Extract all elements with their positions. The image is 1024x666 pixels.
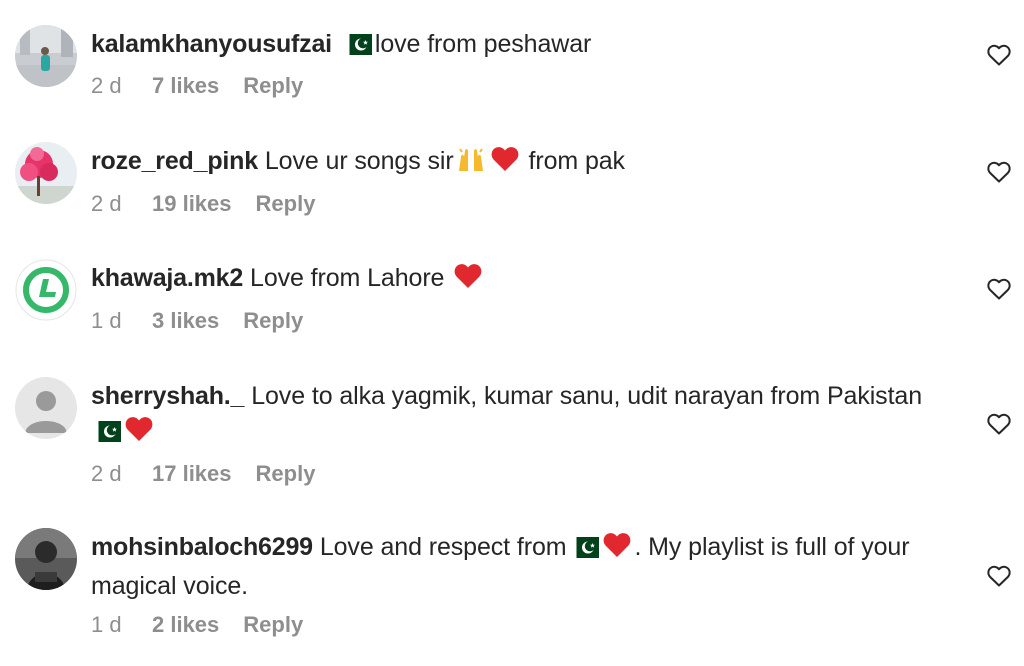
default-user-icon [15,377,77,439]
comment-item: sherryshah._ Love to alka yagmik, kumar … [0,352,1024,502]
comment-meta: 2 d 19 likes Reply [91,189,954,219]
comment-item: mohsinbaloch6299 Love and respect from .… [0,503,1024,663]
comment-meta: 2 d 17 likes Reply [91,459,954,489]
comment-message: Love and respect from [319,533,567,561]
avatar[interactable] [15,377,77,439]
avatar[interactable] [15,142,77,204]
comment-message: Love ur songs sir [264,147,454,175]
comment-likes[interactable]: 7 likes [152,71,219,101]
comment-item: kalamkhanyousufzai love from peshawar 2 … [0,0,1024,120]
comment-time: 2 d [91,461,122,486]
red-heart-icon [602,531,632,569]
green-l-logo-icon [15,259,77,321]
comment-meta: 1 d 3 likes Reply [91,306,954,336]
comment-username[interactable]: kalamkhanyousufzai [91,30,332,58]
comment-likes[interactable]: 2 likes [152,610,219,640]
comment-text: roze_red_pink Love ur songs sir from pak [91,144,954,183]
dark-photo-person-icon [15,528,77,590]
like-heart-icon[interactable] [987,44,1011,66]
comment-message: from pak [528,147,626,175]
comment-meta: 2 d 7 likes Reply [91,71,954,101]
comment-message: love from peshawar [374,30,592,58]
comment-time: 1 d [91,612,122,637]
comment-item: roze_red_pink Love ur songs sir from pak… [0,117,1024,237]
reply-button[interactable]: Reply [243,306,303,336]
reply-button[interactable]: Reply [256,459,316,489]
reply-button[interactable]: Reply [256,189,316,219]
red-heart-icon [453,262,483,300]
comment-text: khawaja.mk2 Love from Lahore [91,261,954,300]
like-heart-icon[interactable] [987,413,1011,435]
raised-hands-icon [456,145,486,183]
comment-time: 1 d [91,308,122,333]
like-heart-icon[interactable] [987,161,1011,183]
comment-text: mohsinbaloch6299 Love and respect from .… [91,530,954,604]
comment-text: sherryshah._ Love to alka yagmik, kumar … [91,379,954,453]
avatar[interactable] [15,25,77,87]
comment-message: Love from Lahore [250,264,445,292]
avatar[interactable] [15,259,77,321]
comment-username[interactable]: khawaja.mk2 [91,264,243,292]
comment-time: 2 d [91,191,122,216]
pink-tree-photo-icon [15,142,77,204]
like-heart-icon[interactable] [987,278,1011,300]
comment-item: khawaja.mk2 Love from Lahore 1 d 3 likes R… [0,234,1024,354]
comment-username[interactable]: roze_red_pink [91,147,258,175]
avatar[interactable] [15,528,77,590]
red-heart-icon [490,145,520,183]
pakistan-flag-icon [569,533,600,568]
photo-person-icon [15,25,77,87]
comment-time: 2 d [91,73,122,98]
pakistan-flag-icon [341,30,372,65]
comment-text: kalamkhanyousufzai love from peshawar [91,27,954,65]
pakistan-flag-icon [91,417,121,452]
comment-likes[interactable]: 17 likes [152,459,232,489]
reply-button[interactable]: Reply [243,71,303,101]
comment-meta: 1 d 2 likes Reply [91,610,954,640]
red-heart-icon [124,415,154,453]
comment-username[interactable]: sherryshah._ [91,382,244,410]
like-heart-icon[interactable] [987,565,1011,587]
reply-button[interactable]: Reply [243,610,303,640]
comment-username[interactable]: mohsinbaloch6299 [91,533,313,561]
comment-likes[interactable]: 3 likes [152,306,219,336]
comment-likes[interactable]: 19 likes [152,189,232,219]
comment-message: Love to alka yagmik, kumar sanu, udit na… [251,382,923,410]
